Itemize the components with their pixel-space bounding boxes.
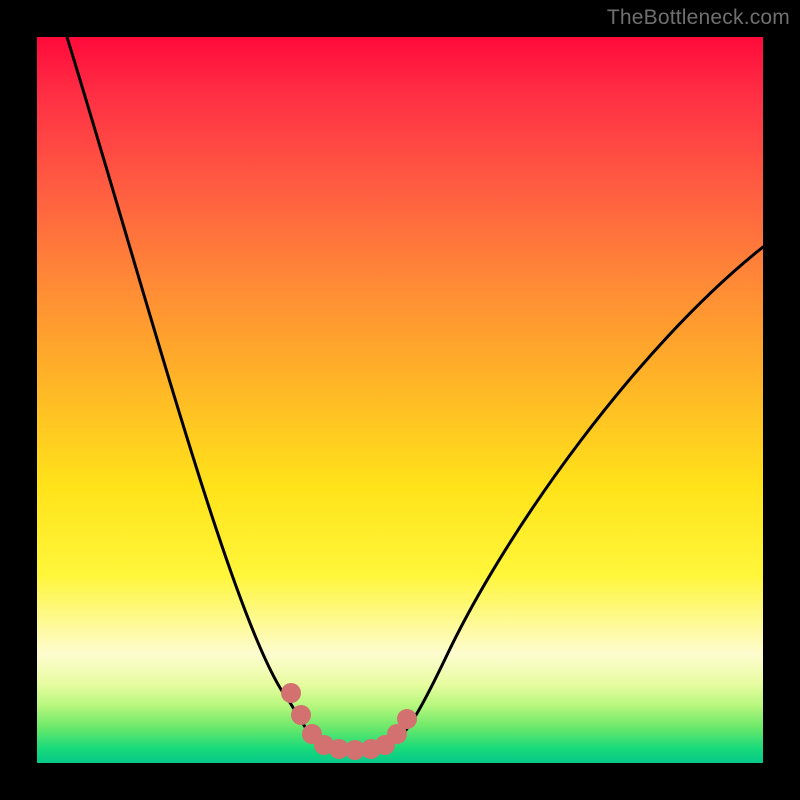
watermark-text: TheBottleneck.com	[607, 6, 790, 30]
marker-dot	[281, 683, 301, 703]
plot-area	[37, 37, 763, 763]
marker-dot	[291, 705, 311, 725]
chart-frame: TheBottleneck.com	[0, 0, 800, 800]
bottleneck-curve	[67, 37, 763, 750]
bottom-marker-group	[281, 683, 417, 760]
marker-dot	[397, 709, 417, 729]
curve-layer	[37, 37, 763, 763]
